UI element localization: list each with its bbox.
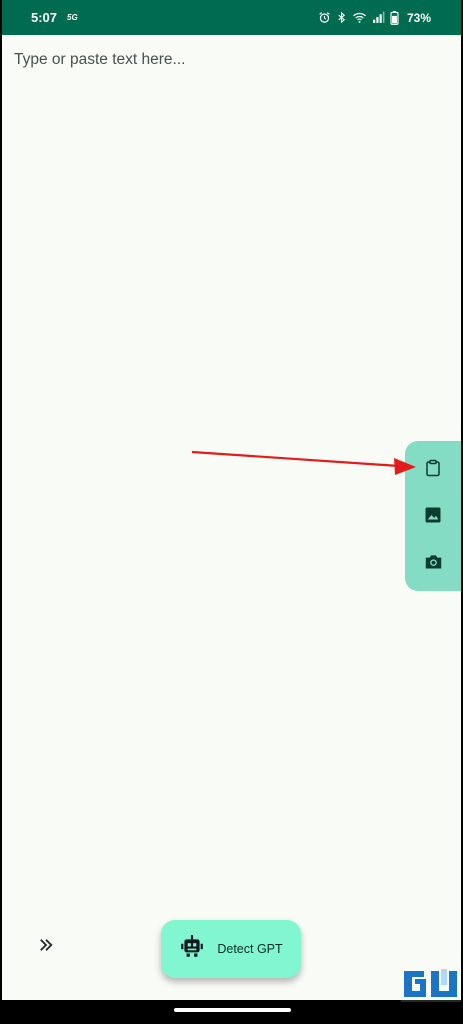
paste-clipboard-button[interactable] — [421, 458, 445, 482]
image-icon — [424, 506, 442, 529]
take-photo-button[interactable] — [421, 552, 445, 576]
pick-image-button[interactable] — [421, 505, 445, 529]
robot-icon — [179, 934, 205, 965]
detect-gpt-button[interactable]: Detect GPT — [161, 920, 301, 978]
clipboard-icon — [424, 458, 442, 483]
expand-button[interactable] — [32, 933, 60, 961]
status-time: 5:07 — [31, 10, 58, 25]
status-left: 5:07 5G — [31, 10, 78, 25]
watermark-logo — [401, 966, 461, 1002]
side-action-panel — [405, 441, 461, 591]
network-badge: 5G — [67, 13, 78, 22]
gesture-handle[interactable] — [174, 1008, 291, 1012]
battery-percent: 73% — [406, 10, 431, 25]
navigation-bar — [0, 1000, 463, 1024]
alarm-icon — [318, 11, 331, 24]
signal-icon — [372, 11, 385, 24]
detect-gpt-label: Detect GPT — [217, 942, 283, 956]
wifi-icon — [352, 11, 367, 24]
bluetooth-icon — [336, 11, 347, 24]
status-right: 73% — [318, 10, 431, 25]
text-input[interactable] — [2, 35, 461, 905]
camera-icon — [424, 553, 443, 575]
app-screen: 5:07 5G 73% Type or paste text here... D… — [2, 0, 461, 1000]
double-chevron-right-icon — [36, 936, 56, 959]
status-bar: 5:07 5G 73% — [2, 0, 461, 35]
battery-icon — [390, 10, 399, 25]
